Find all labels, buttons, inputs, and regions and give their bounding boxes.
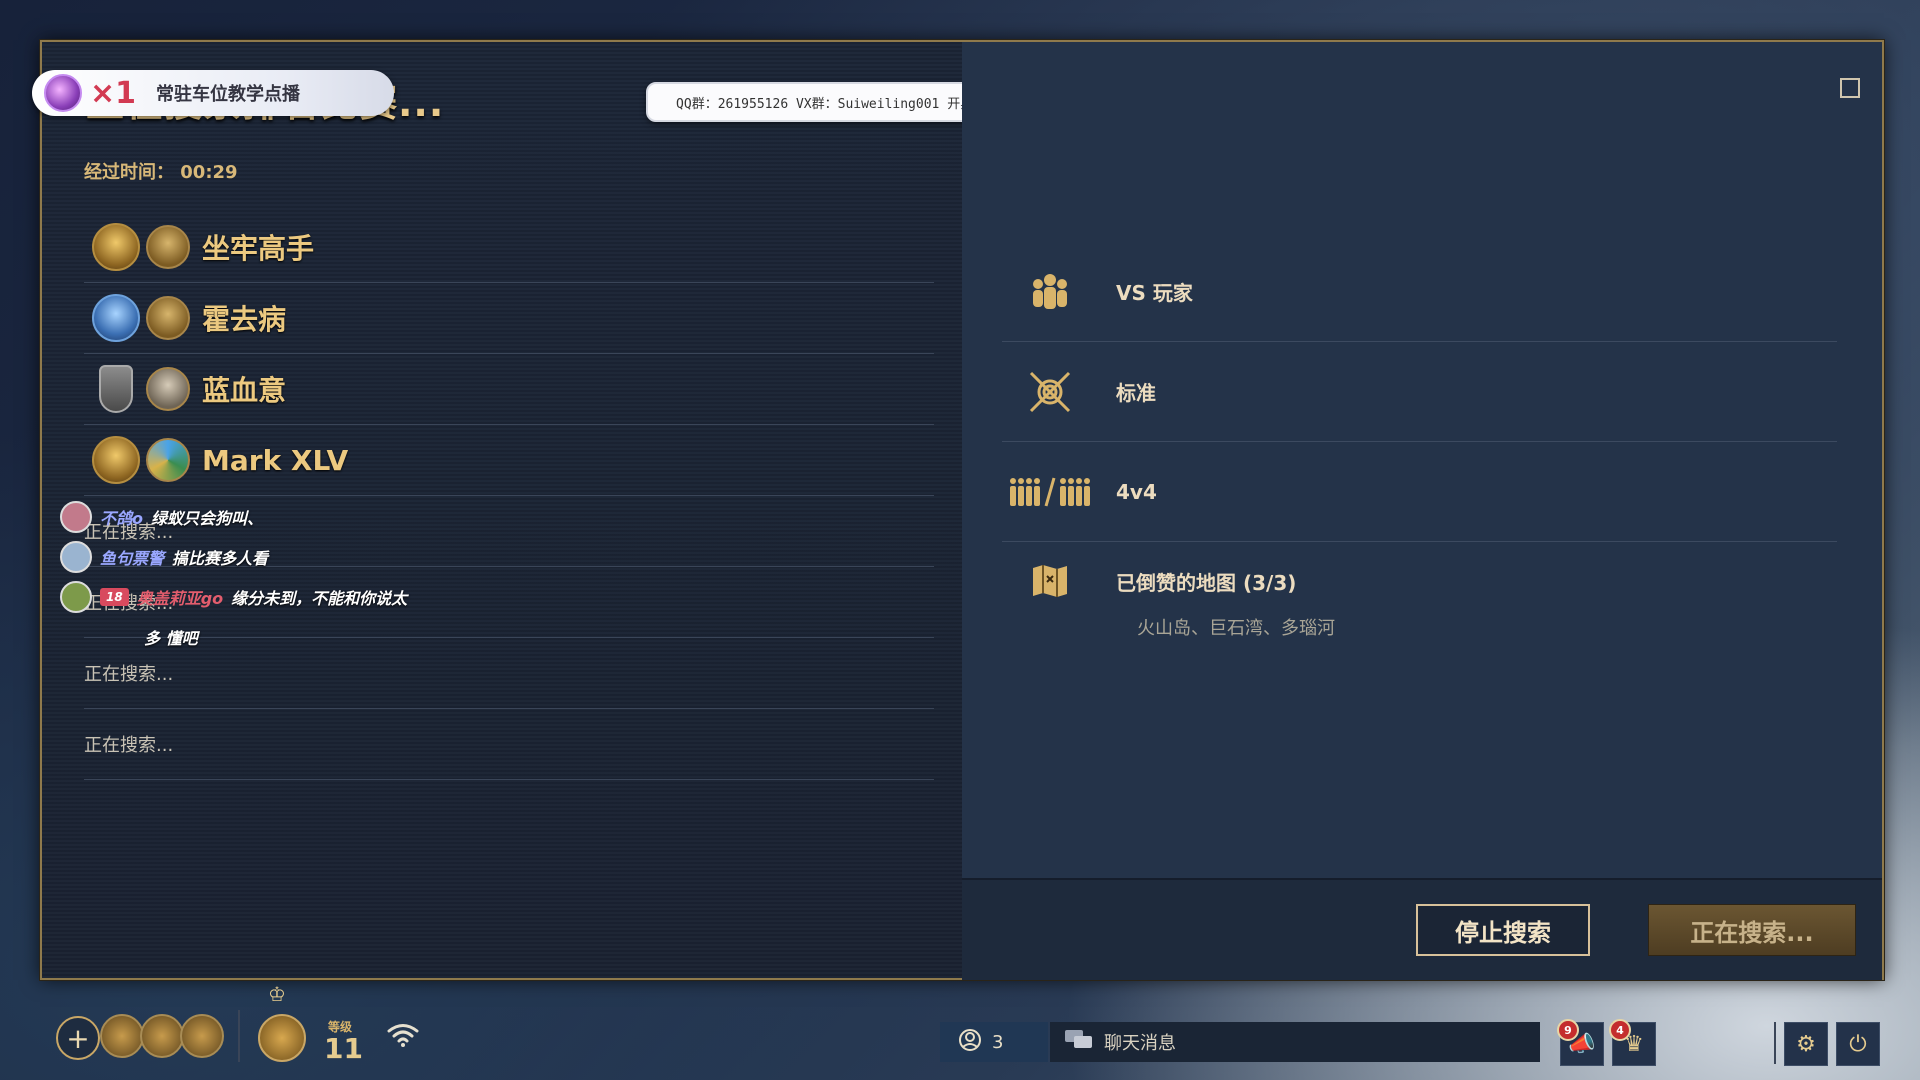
team-size-row: 4v4 <box>1002 442 1837 542</box>
minimize-button[interactable] <box>1840 78 1860 98</box>
chat-avatar <box>60 501 92 533</box>
player-name: 蓝血意 <box>202 374 287 407</box>
chat-line: 18 奥盖莉亚go 缘分未到，不能和你说太 <box>60 577 580 617</box>
rank-emblem-icon <box>92 294 140 342</box>
rank-emblem-icon <box>92 223 140 271</box>
player-avatar <box>146 438 190 482</box>
map-scroll-icon <box>1002 564 1098 598</box>
searching-label: 正在搜索... <box>84 664 174 685</box>
crossed-swords-shield-icon <box>1002 367 1098 417</box>
player-avatar <box>146 225 190 269</box>
team-vs-icon <box>1002 474 1098 510</box>
divider <box>1774 1022 1776 1064</box>
power-icon: ⏻ <box>1849 1031 1867 1057</box>
chat-avatar <box>60 541 92 573</box>
maps-row: 已倒赞的地图 (3/3) 火山岛、巨石湾、多瑙河 <box>1002 542 1837 714</box>
chat-message-input[interactable]: 聊天消息 <box>1050 1022 1540 1062</box>
chat-line: 不鸽o 绿蚁只会狗叫、 <box>60 497 580 537</box>
chat-level-badge: 18 <box>100 588 129 606</box>
power-button[interactable]: ⏻ <box>1836 1022 1880 1066</box>
rank-emblem-icon <box>92 436 140 484</box>
player-row[interactable]: Mark XLV <box>84 425 934 496</box>
crown-icon: ♔ <box>268 982 286 1006</box>
chat-message-continued: 多 懂吧 <box>144 629 198 648</box>
party-count-value: 3 <box>992 1031 1004 1053</box>
player-avatar <box>146 296 190 340</box>
elapsed-label: 经过时间： <box>84 162 174 183</box>
player-name: Mark XLV <box>202 443 349 477</box>
notification-badge: 9 <box>1557 1019 1579 1041</box>
badge-text: 常驻车位教学点播 <box>156 84 301 105</box>
match-info-list: VS 玩家 标准 4v4 已倒赞的地图 (3/3) 火山岛、巨石湾、多瑙河 <box>1002 242 1837 714</box>
type-row: 标准 <box>1002 342 1837 442</box>
player-name: 坐牢高手 <box>202 232 315 265</box>
empty-slot: 正在搜索... <box>84 709 934 780</box>
searching-button[interactable]: 正在搜索... <box>1648 904 1856 956</box>
multiplier-label: ×1 <box>90 75 137 111</box>
mode-label: VS 玩家 <box>1116 281 1193 305</box>
chat-username: 不鸽o <box>100 509 143 528</box>
stream-chat-overlay: 不鸽o 绿蚁只会狗叫、 鱼句票警 搞比赛多人看 18 奥盖莉亚go 缘分未到，不… <box>60 497 580 648</box>
empty-slot: 正在搜索... <box>84 638 934 709</box>
stop-search-button[interactable]: 停止搜索 <box>1416 904 1590 956</box>
wifi-icon <box>386 1022 420 1055</box>
searching-label: 正在搜索... <box>84 735 174 756</box>
lobby-panel: 正在搜索排名比赛... 经过时间： 00:29 坐牢高手 霍去病 蓝血意 <box>32 42 963 978</box>
friend-avatar[interactable] <box>100 1014 144 1058</box>
chat-message: 绿蚁只会狗叫、 <box>151 509 264 528</box>
notification-badge: 4 <box>1609 1019 1631 1041</box>
chat-bubbles-icon <box>1064 1028 1094 1057</box>
player-row[interactable]: 霍去病 <box>84 283 934 354</box>
profile-avatar[interactable] <box>258 1014 306 1062</box>
stream-badge: ×1 常驻车位教学点播 <box>32 70 394 116</box>
match-info-panel: VS 玩家 标准 4v4 已倒赞的地图 (3/3) 火山岛、巨石湾、多瑙河 <box>962 42 1882 878</box>
chat-line: 鱼句票警 搞比赛多人看 <box>60 537 580 577</box>
type-label: 标准 <box>1116 381 1156 405</box>
chat-username: 奥盖莉亚go <box>136 589 224 608</box>
add-friend-button[interactable]: + <box>56 1016 100 1060</box>
gear-icon: ⚙ <box>1796 1031 1816 1057</box>
mode-row: VS 玩家 <box>1002 242 1837 342</box>
divider <box>238 1010 240 1062</box>
player-row[interactable]: 坐牢高手 <box>84 212 934 283</box>
action-footer: 停止搜索 正在搜索... <box>962 878 1882 980</box>
settings-button[interactable]: ⚙ <box>1784 1022 1828 1066</box>
players-group-icon <box>1002 270 1098 314</box>
user-icon <box>958 1028 982 1057</box>
bottom-bar: + ♔ 等级 11 3 聊天消息 📣 9 ♛ 4 ⚙ ⏻ <box>0 982 1920 1080</box>
player-avatar <box>146 367 190 411</box>
team-size-label: 4v4 <box>1116 479 1157 504</box>
chat-placeholder: 聊天消息 <box>1104 1033 1176 1054</box>
friend-avatar[interactable] <box>140 1014 184 1058</box>
party-members-button[interactable]: 3 <box>940 1022 1048 1062</box>
friend-avatars <box>100 1014 224 1058</box>
player-name: 霍去病 <box>202 303 287 336</box>
maps-list: 火山岛、巨石湾、多瑙河 <box>1137 618 1335 639</box>
matchmaking-dialog: 正在搜索排名比赛... 经过时间： 00:29 坐牢高手 霍去病 蓝血意 <box>32 40 1884 980</box>
gem-icon <box>44 74 82 112</box>
maps-label: 已倒赞的地图 (3/3) <box>1116 570 1297 595</box>
chat-message: 搞比赛多人看 <box>172 549 269 568</box>
chat-avatar <box>60 581 92 613</box>
player-row[interactable]: 蓝血意 <box>84 354 934 425</box>
rank-shield-icon <box>99 365 133 413</box>
level-value: 11 <box>324 1032 363 1065</box>
elapsed-value: 00:29 <box>180 162 238 183</box>
chat-username: 鱼句票警 <box>100 549 165 568</box>
chat-message: 缘分未到，不能和你说太 <box>231 589 408 608</box>
player-list: 坐牢高手 霍去病 蓝血意 Mark XLV 正在搜索... 正在搜索... 正在… <box>84 212 934 780</box>
elapsed-time: 经过时间： 00:29 <box>84 158 238 184</box>
friend-avatar[interactable] <box>180 1014 224 1058</box>
rewards-button[interactable]: ♛ 4 <box>1609 1019 1656 1066</box>
announcements-button[interactable]: 📣 9 <box>1557 1019 1604 1066</box>
